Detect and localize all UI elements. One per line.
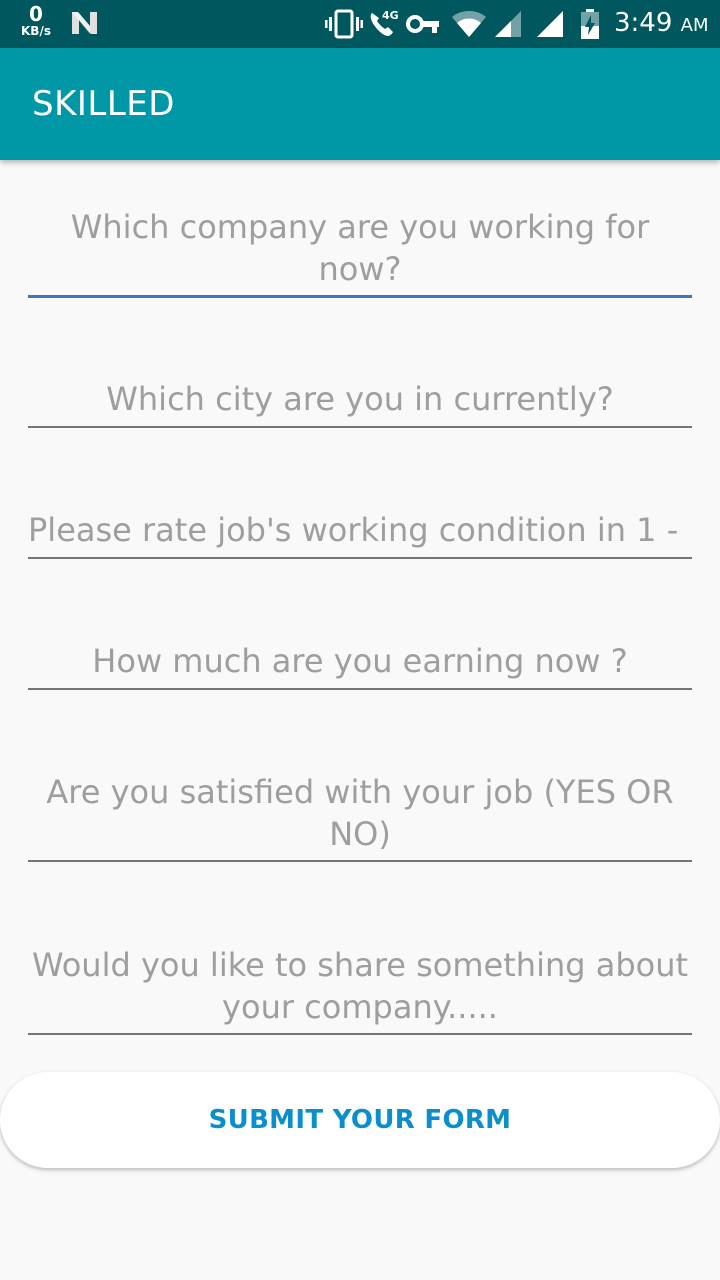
earning-input[interactable]: How much are you earning now ? xyxy=(28,640,692,690)
app-title: SKILLED xyxy=(32,84,175,124)
clock: 3:49 AM xyxy=(614,8,709,38)
working-condition-input[interactable]: Please rate job's working condition in 1… xyxy=(28,509,692,559)
network-type: 4G xyxy=(382,9,399,22)
earning-input-underline xyxy=(28,688,692,690)
company-input-underline xyxy=(28,295,692,298)
network-speed-value: 0 xyxy=(29,2,43,26)
company-input-placeholder: Which company are you working for now? xyxy=(70,208,650,288)
working-condition-input-underline xyxy=(28,557,692,559)
earning-input-placeholder: How much are you earning now ? xyxy=(92,642,628,680)
working-condition-input-placeholder: Please rate job's working condition in 1… xyxy=(28,511,692,549)
submit-button[interactable]: SUBMIT YOUR FORM xyxy=(0,1072,720,1168)
network-speed-unit: KB/s xyxy=(21,24,51,38)
city-input[interactable]: Which city are you in currently? xyxy=(28,378,692,428)
battery-charging-icon xyxy=(581,9,599,39)
n-notification-icon xyxy=(72,12,97,34)
city-input-underline xyxy=(28,426,692,428)
share-input-placeholder: Would you like to share something about … xyxy=(31,946,689,1026)
share-input[interactable]: Would you like to share something about … xyxy=(28,944,692,1035)
signal-icon xyxy=(537,11,563,37)
vpn-key-icon xyxy=(406,15,439,33)
satisfied-input-underline xyxy=(28,860,692,862)
satisfied-input-placeholder: Are you satisfied with your job (YES OR … xyxy=(46,773,674,853)
city-input-placeholder: Which city are you in currently? xyxy=(106,380,614,418)
signal-icon xyxy=(495,11,521,37)
clock-ampm: AM xyxy=(680,15,709,36)
network-speed: 0 KB/s xyxy=(18,4,54,37)
app-bar: SKILLED xyxy=(0,48,720,160)
satisfied-input[interactable]: Are you satisfied with your job (YES OR … xyxy=(28,771,692,862)
share-input-underline xyxy=(28,1033,692,1035)
vibrate-icon xyxy=(325,9,363,39)
status-bar: 0 KB/s 4G 3:49 AM xyxy=(0,0,720,48)
clock-time: 3:49 xyxy=(614,8,673,38)
wifi-icon xyxy=(452,11,486,37)
company-input[interactable]: Which company are you working for now? xyxy=(28,206,692,298)
